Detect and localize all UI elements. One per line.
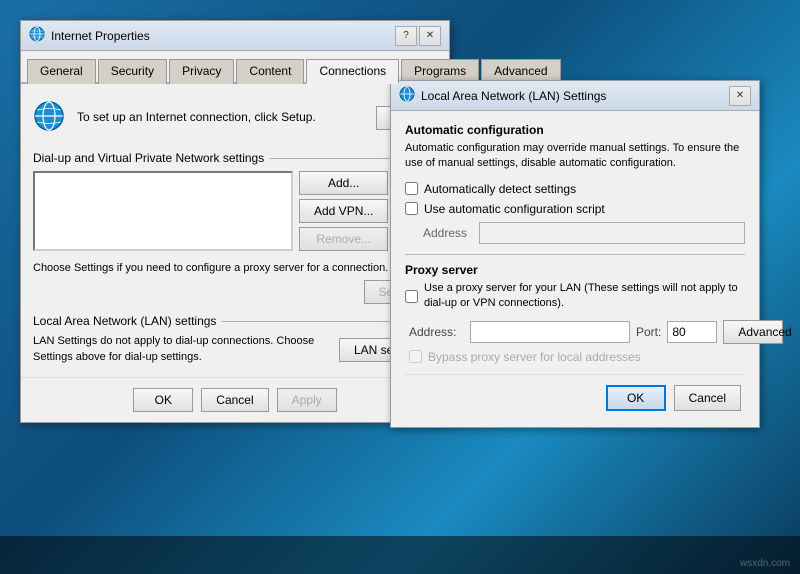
auto-script-label: Use automatic configuration script: [424, 202, 605, 216]
tab-connections[interactable]: Connections: [306, 59, 399, 84]
address-row: Address: [405, 222, 745, 244]
lan-ok-cancel-row: OK Cancel: [405, 374, 745, 415]
tabs-container: General Security Privacy Content Connect…: [21, 51, 449, 84]
help-button[interactable]: ?: [395, 26, 417, 46]
watermark: wsxdn.com: [740, 558, 790, 569]
setup-text: To set up an Internet connection, click …: [77, 109, 364, 126]
lan-settings-titlebar: Local Area Network (LAN) Settings ✕: [391, 81, 759, 111]
tab-content[interactable]: Content: [236, 59, 304, 84]
auto-config-desc: Automatic configuration may override man…: [405, 141, 745, 172]
setup-row: To set up an Internet connection, click …: [33, 96, 437, 139]
auto-config-title: Automatic configuration: [405, 123, 745, 137]
proxy-server-checkbox[interactable]: [405, 290, 418, 303]
lan-settings-dialog: Local Area Network (LAN) Settings ✕ Auto…: [390, 80, 760, 428]
bypass-row: Bypass proxy server for local addresses: [405, 350, 745, 364]
internet-properties-titlebar: Internet Properties ? ✕: [21, 21, 449, 51]
proxy-addr-row: Address: Port: 80 Advanced: [405, 320, 745, 344]
lan-settings-title: Local Area Network (LAN) Settings: [421, 89, 606, 103]
cancel-button[interactable]: Cancel: [201, 388, 268, 412]
proxy-checkbox-row: Use a proxy server for your LAN (These s…: [405, 281, 745, 312]
close-button[interactable]: ✕: [419, 26, 441, 46]
lan-row: LAN Settings do not apply to dial-up con…: [33, 334, 437, 365]
lan-close-button[interactable]: ✕: [729, 86, 751, 106]
auto-detect-checkbox[interactable]: [405, 182, 418, 195]
address-label: Address:: [409, 325, 464, 339]
dialup-section-label: Dial-up and Virtual Private Network sett…: [33, 151, 437, 165]
dialup-section: Dial-up and Virtual Private Network sett…: [33, 151, 437, 304]
port-input[interactable]: 80: [667, 321, 717, 343]
ok-cancel-row: OK Cancel Apply: [21, 377, 449, 422]
lan-section: Local Area Network (LAN) settings LAN Se…: [33, 314, 437, 365]
globe-icon: [33, 100, 65, 135]
auto-script-checkbox[interactable]: [405, 202, 418, 215]
vpn-buttons: Add... Add VPN... Remove...: [299, 171, 388, 251]
auto-detect-label: Automatically detect settings: [424, 182, 576, 196]
add-vpn-button[interactable]: Add VPN...: [299, 199, 388, 223]
address-placeholder-label: Address: [423, 226, 473, 240]
remove-button[interactable]: Remove...: [299, 227, 388, 251]
divider: [405, 254, 745, 255]
lan-cancel-button[interactable]: Cancel: [674, 385, 741, 411]
tab-security[interactable]: Security: [98, 59, 167, 84]
bypass-label: Bypass proxy server for local addresses: [428, 350, 641, 364]
tab-privacy[interactable]: Privacy: [169, 59, 234, 84]
lan-text: LAN Settings do not apply to dial-up con…: [33, 334, 331, 365]
add-button[interactable]: Add...: [299, 171, 388, 195]
lan-dialog-body: Automatic configuration Automatic config…: [391, 111, 759, 427]
apply-button[interactable]: Apply: [277, 388, 337, 412]
ok-button[interactable]: OK: [133, 388, 193, 412]
lan-section-label: Local Area Network (LAN) settings: [33, 314, 437, 328]
title-controls: ? ✕: [395, 26, 441, 46]
vpn-row: Add... Add VPN... Remove...: [33, 171, 437, 255]
config-address-input[interactable]: [479, 222, 745, 244]
vpn-listbox[interactable]: [33, 171, 293, 251]
internet-properties-dialog: Internet Properties ? ✕ General Security…: [20, 20, 450, 423]
auto-detect-row: Automatically detect settings: [405, 182, 745, 196]
lan-icon: [399, 86, 415, 105]
proxy-server-title: Proxy server: [405, 263, 745, 277]
internet-properties-title: Internet Properties: [51, 29, 150, 43]
taskbar: wsxdn.com: [0, 536, 800, 574]
proxy-server-label: Use a proxy server for your LAN (These s…: [424, 281, 745, 312]
advanced-button[interactable]: Advanced: [723, 320, 783, 344]
internet-properties-icon: [29, 26, 45, 45]
proxy-address-input[interactable]: [470, 321, 630, 343]
tab-general[interactable]: General: [27, 59, 96, 84]
bypass-checkbox[interactable]: [409, 350, 422, 363]
lan-ok-button[interactable]: OK: [606, 385, 666, 411]
port-label: Port:: [636, 325, 661, 339]
connections-tab-body: To set up an Internet connection, click …: [21, 84, 449, 377]
proxy-text: Choose Settings if you need to configure…: [33, 261, 437, 276]
auto-script-row: Use automatic configuration script: [405, 202, 745, 216]
